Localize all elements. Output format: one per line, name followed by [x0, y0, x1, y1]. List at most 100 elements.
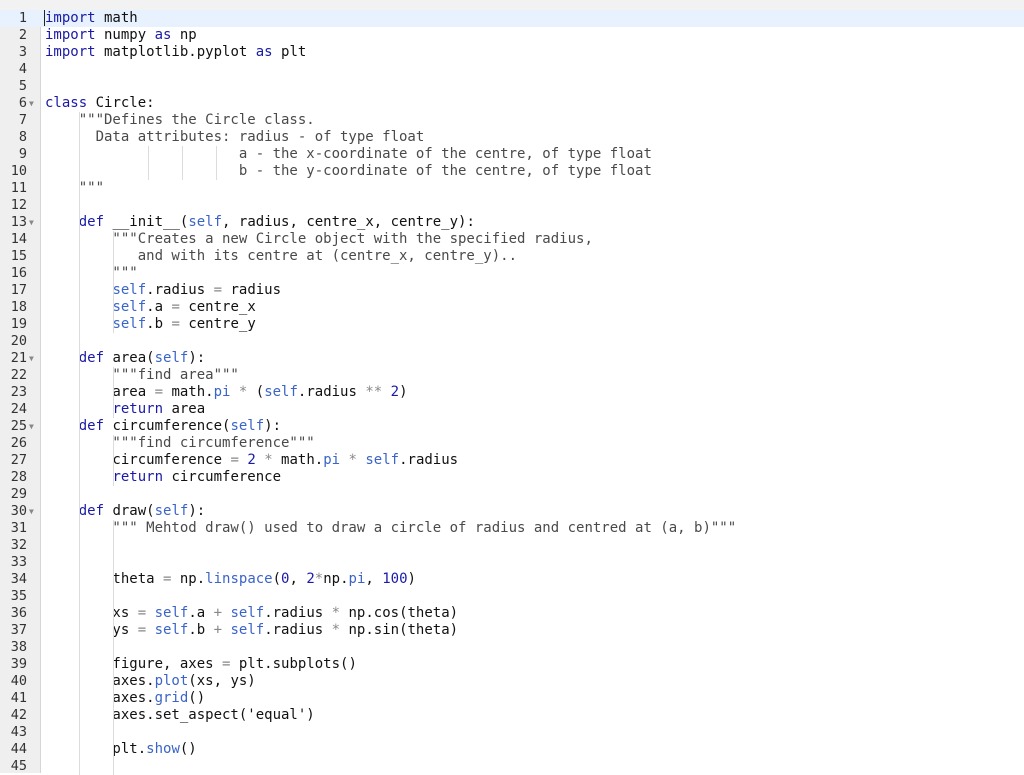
line-number: 7	[18, 112, 27, 128]
code-token: and with its centre at (centre_x, centre…	[45, 248, 518, 264]
line-number: 38	[10, 639, 27, 655]
code-line[interactable]: 38	[0, 639, 1024, 656]
indent-guide	[182, 146, 183, 180]
code-line[interactable]: 15 and with its centre at (centre_x, cen…	[0, 248, 1024, 265]
code-line[interactable]: 6 ▼ class Circle:	[0, 95, 1024, 112]
code-token: ):	[188, 350, 206, 366]
code-line[interactable]: 18 self.a = centre_x	[0, 299, 1024, 316]
code-token: 2	[247, 452, 256, 468]
code-line[interactable]: 40 axes.plot(xs, ys)	[0, 673, 1024, 690]
code-text: import matplotlib.pyplot as plt	[45, 44, 306, 61]
code-line[interactable]: 32	[0, 537, 1024, 554]
fold-arrow-icon[interactable]: ▼	[29, 504, 34, 519]
code-line[interactable]: 35	[0, 588, 1024, 605]
code-token: pi	[348, 571, 366, 587]
code-line[interactable]: 25 ▼ def circumference(self):	[0, 418, 1024, 435]
code-token: xs	[45, 605, 138, 621]
code-line[interactable]: 23 area = math.pi * (self.radius ** 2)	[0, 384, 1024, 401]
code-token: linspace	[205, 571, 273, 587]
code-token: import	[45, 27, 96, 43]
code-line[interactable]: 16 """	[0, 265, 1024, 282]
code-line[interactable]: 30 ▼ def draw(self):	[0, 503, 1024, 520]
fold-arrow-icon[interactable]: ▼	[29, 96, 34, 111]
code-token: a - the x-coordinate of the centre, of t…	[45, 146, 652, 162]
code-line[interactable]: 20	[0, 333, 1024, 350]
line-number: 26	[10, 435, 27, 451]
code-token: =	[171, 316, 180, 332]
line-number: 29	[10, 486, 27, 502]
code-line[interactable]: 12	[0, 197, 1024, 214]
code-token: def	[78, 214, 105, 230]
code-token: """ Mehtod draw() used to draw a circle …	[45, 520, 737, 536]
code-text: and with its centre at (centre_x, centre…	[45, 248, 517, 265]
code-token: import	[45, 44, 96, 60]
fold-arrow-icon[interactable]: ▼	[29, 419, 34, 434]
code-token: =	[230, 452, 239, 468]
code-line[interactable]: 7 """Defines the Circle class.	[0, 112, 1024, 129]
text-cursor	[44, 10, 45, 26]
code-line[interactable]: 22 """find area"""	[0, 367, 1024, 384]
code-line[interactable]: 36 xs = self.a + self.radius * np.cos(th…	[0, 605, 1024, 622]
code-token: .b	[146, 316, 172, 332]
code-token: import	[45, 10, 96, 26]
line-number: 45	[10, 758, 27, 774]
code-line[interactable]: 42 axes.set_aspect('equal')	[0, 707, 1024, 724]
code-token: self	[365, 452, 400, 468]
code-line[interactable]: 3 import matplotlib.pyplot as plt	[0, 44, 1024, 61]
code-line[interactable]: 8 Data attributes: radius - of type floa…	[0, 129, 1024, 146]
code-token: *	[264, 452, 273, 468]
code-line[interactable]: 11 """	[0, 180, 1024, 197]
code-line[interactable]: 4	[0, 61, 1024, 78]
code-line[interactable]: 13 ▼ def __init__(self, radius, centre_x,…	[0, 214, 1024, 231]
code-line[interactable]: 29	[0, 486, 1024, 503]
code-token: show	[146, 741, 180, 757]
code-token: area	[45, 384, 155, 400]
code-line[interactable]: 24 return area	[0, 401, 1024, 418]
code-line[interactable]: 37 ys = self.b + self.radius * np.sin(th…	[0, 622, 1024, 639]
code-token: =	[213, 282, 223, 298]
code-line[interactable]: 5	[0, 78, 1024, 95]
code-text: xs = self.a + self.radius * np.cos(theta…	[45, 605, 458, 622]
code-line[interactable]: 45	[0, 758, 1024, 775]
line-number: 39	[10, 656, 27, 672]
code-line[interactable]: 28 return circumference	[0, 469, 1024, 486]
code-token: .radius	[146, 282, 214, 298]
code-line[interactable]: 19 self.b = centre_y	[0, 316, 1024, 333]
code-line[interactable]: 39 figure, axes = plt.subplots()	[0, 656, 1024, 673]
code-line[interactable]: 31 """ Mehtod draw() used to draw a circ…	[0, 520, 1024, 537]
code-line[interactable]: 27 circumference = 2 * math.pi * self.ra…	[0, 452, 1024, 469]
line-number: 24	[10, 401, 27, 417]
code-token: """find area"""	[45, 367, 239, 383]
code-token: self	[188, 214, 223, 230]
fold-arrow-icon[interactable]: ▼	[29, 215, 34, 230]
code-line[interactable]: 34 theta = np.linspace(0, 2*np.pi, 100)	[0, 571, 1024, 588]
code-text: plt.show()	[45, 741, 196, 758]
code-token: ys	[45, 622, 138, 638]
code-line[interactable]: 17 self.radius = radius	[0, 282, 1024, 299]
code-token: 2	[306, 571, 315, 587]
code-line[interactable]: 44 plt.show()	[0, 741, 1024, 758]
code-token: np.sin(theta)	[340, 622, 459, 638]
fold-arrow-icon[interactable]: ▼	[29, 351, 34, 366]
code-token: ()	[188, 690, 206, 706]
code-line[interactable]: 26 """find circumference"""	[0, 435, 1024, 452]
code-line[interactable]: 9 a - the x-coordinate of the centre, of…	[0, 146, 1024, 163]
code-line[interactable]: 1 import math	[0, 10, 1024, 27]
code-line[interactable]: 41 axes.grid()	[0, 690, 1024, 707]
code-text: axes.set_aspect('equal')	[45, 707, 314, 724]
code-line[interactable]: 43	[0, 724, 1024, 741]
line-number: 12	[10, 197, 27, 213]
code-line[interactable]: 10 b - the y-coordinate of the centre, o…	[0, 163, 1024, 180]
code-editor[interactable]: 1 import math 2 import numpy as np 3 import m…	[0, 10, 1024, 775]
code-line[interactable]: 21 ▼ def area(self):	[0, 350, 1024, 367]
code-token: *	[331, 605, 341, 621]
code-line[interactable]: 33	[0, 554, 1024, 571]
code-token: centre_y	[179, 316, 256, 332]
code-text: circumference = 2 * math.pi * self.radiu…	[45, 452, 458, 469]
line-number: 5	[18, 78, 27, 94]
code-line[interactable]: 2 import numpy as np	[0, 27, 1024, 44]
code-line[interactable]: 14 """Creates a new Circle object with t…	[0, 231, 1024, 248]
